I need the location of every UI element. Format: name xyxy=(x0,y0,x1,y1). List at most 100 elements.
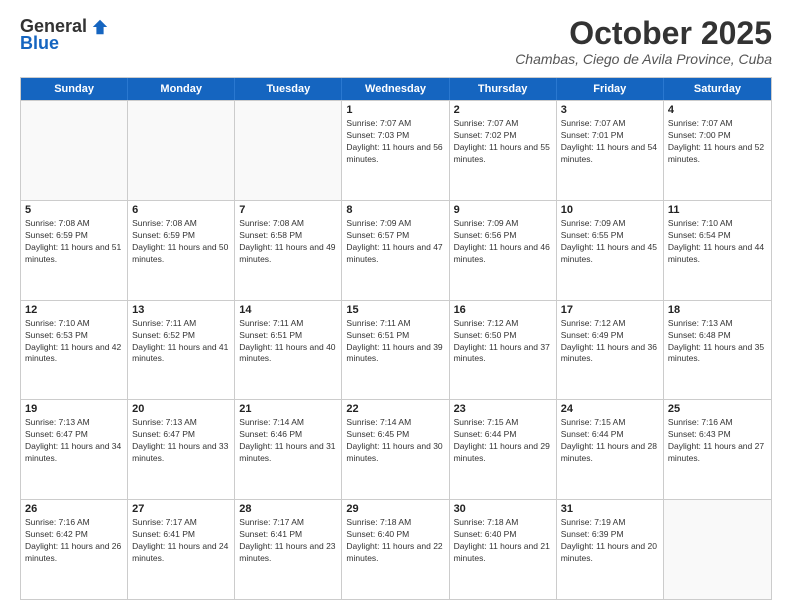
day-info: Sunrise: 7:08 AM Sunset: 6:59 PM Dayligh… xyxy=(132,218,230,266)
day-number: 6 xyxy=(132,204,230,216)
calendar-day-7: 7 Sunrise: 7:08 AM Sunset: 6:58 PM Daylig… xyxy=(235,201,342,300)
day-info: Sunrise: 7:07 AM Sunset: 7:03 PM Dayligh… xyxy=(346,118,444,166)
calendar-day-10: 10 Sunrise: 7:09 AM Sunset: 6:55 PM Dayli… xyxy=(557,201,664,300)
calendar-day-23: 23 Sunrise: 7:15 AM Sunset: 6:44 PM Dayli… xyxy=(450,400,557,499)
day-number: 1 xyxy=(346,104,444,116)
day-of-week-wednesday: Wednesday xyxy=(342,78,449,100)
day-info: Sunrise: 7:16 AM Sunset: 6:43 PM Dayligh… xyxy=(668,417,767,465)
calendar-body: 1 Sunrise: 7:07 AM Sunset: 7:03 PM Daylig… xyxy=(21,100,771,599)
day-number: 31 xyxy=(561,503,659,515)
day-of-week-thursday: Thursday xyxy=(450,78,557,100)
day-number: 21 xyxy=(239,403,337,415)
calendar-day-empty xyxy=(664,500,771,599)
day-info: Sunrise: 7:09 AM Sunset: 6:57 PM Dayligh… xyxy=(346,218,444,266)
day-number: 2 xyxy=(454,104,552,116)
calendar-week-2: 5 Sunrise: 7:08 AM Sunset: 6:59 PM Daylig… xyxy=(21,200,771,300)
day-number: 9 xyxy=(454,204,552,216)
calendar-day-12: 12 Sunrise: 7:10 AM Sunset: 6:53 PM Dayli… xyxy=(21,301,128,400)
day-number: 27 xyxy=(132,503,230,515)
day-number: 30 xyxy=(454,503,552,515)
day-number: 16 xyxy=(454,304,552,316)
day-info: Sunrise: 7:18 AM Sunset: 6:40 PM Dayligh… xyxy=(454,517,552,565)
day-info: Sunrise: 7:08 AM Sunset: 6:58 PM Dayligh… xyxy=(239,218,337,266)
day-info: Sunrise: 7:14 AM Sunset: 6:46 PM Dayligh… xyxy=(239,417,337,465)
calendar-day-14: 14 Sunrise: 7:11 AM Sunset: 6:51 PM Dayli… xyxy=(235,301,342,400)
calendar-day-1: 1 Sunrise: 7:07 AM Sunset: 7:03 PM Daylig… xyxy=(342,101,449,200)
logo: General Blue xyxy=(20,16,109,54)
day-number: 12 xyxy=(25,304,123,316)
calendar-day-16: 16Sunrise: 7:12 AM Sunset: 6:50 PM Dayli… xyxy=(450,301,557,400)
calendar-day-28: 28 Sunrise: 7:17 AM Sunset: 6:41 PM Dayli… xyxy=(235,500,342,599)
calendar-week-5: 26 Sunrise: 7:16 AM Sunset: 6:42 PM Dayli… xyxy=(21,499,771,599)
day-info: Sunrise: 7:07 AM Sunset: 7:02 PM Dayligh… xyxy=(454,118,552,166)
calendar-day-21: 21 Sunrise: 7:14 AM Sunset: 6:46 PM Dayli… xyxy=(235,400,342,499)
day-number: 13 xyxy=(132,304,230,316)
logo-icon xyxy=(91,18,109,36)
day-number: 3 xyxy=(561,104,659,116)
calendar-day-9: 9Sunrise: 7:09 AM Sunset: 6:56 PM Daylig… xyxy=(450,201,557,300)
day-number: 15 xyxy=(346,304,444,316)
header-right: October 2025 Chambas, Ciego de Avila Pro… xyxy=(515,16,772,67)
calendar-day-8: 8Sunrise: 7:09 AM Sunset: 6:57 PM Daylig… xyxy=(342,201,449,300)
day-of-week-saturday: Saturday xyxy=(664,78,771,100)
day-number: 24 xyxy=(561,403,659,415)
logo-blue: Blue xyxy=(20,33,59,54)
day-info: Sunrise: 7:10 AM Sunset: 6:53 PM Dayligh… xyxy=(25,318,123,366)
calendar-day-19: 19 Sunrise: 7:13 AM Sunset: 6:47 PM Dayli… xyxy=(21,400,128,499)
day-info: Sunrise: 7:19 AM Sunset: 6:39 PM Dayligh… xyxy=(561,517,659,565)
calendar-day-26: 26 Sunrise: 7:16 AM Sunset: 6:42 PM Dayli… xyxy=(21,500,128,599)
day-number: 23 xyxy=(454,403,552,415)
calendar-day-17: 17 Sunrise: 7:12 AM Sunset: 6:49 PM Dayli… xyxy=(557,301,664,400)
day-of-week-sunday: Sunday xyxy=(21,78,128,100)
day-info: Sunrise: 7:13 AM Sunset: 6:47 PM Dayligh… xyxy=(25,417,123,465)
day-number: 5 xyxy=(25,204,123,216)
day-number: 17 xyxy=(561,304,659,316)
day-number: 14 xyxy=(239,304,337,316)
day-number: 19 xyxy=(25,403,123,415)
calendar-day-13: 13Sunrise: 7:11 AM Sunset: 6:52 PM Dayli… xyxy=(128,301,235,400)
day-number: 7 xyxy=(239,204,337,216)
calendar-header: SundayMondayTuesdayWednesdayThursdayFrid… xyxy=(21,78,771,100)
day-number: 10 xyxy=(561,204,659,216)
page: General Blue October 2025 Chambas, Ciego… xyxy=(0,0,792,612)
day-info: Sunrise: 7:12 AM Sunset: 6:49 PM Dayligh… xyxy=(561,318,659,366)
header: General Blue October 2025 Chambas, Ciego… xyxy=(20,16,772,67)
day-number: 25 xyxy=(668,403,767,415)
calendar-day-empty xyxy=(21,101,128,200)
day-info: Sunrise: 7:15 AM Sunset: 6:44 PM Dayligh… xyxy=(561,417,659,465)
day-info: Sunrise: 7:07 AM Sunset: 7:01 PM Dayligh… xyxy=(561,118,659,166)
location-title: Chambas, Ciego de Avila Province, Cuba xyxy=(515,51,772,67)
day-info: Sunrise: 7:13 AM Sunset: 6:48 PM Dayligh… xyxy=(668,318,767,366)
calendar-day-5: 5Sunrise: 7:08 AM Sunset: 6:59 PM Daylig… xyxy=(21,201,128,300)
day-of-week-friday: Friday xyxy=(557,78,664,100)
day-number: 29 xyxy=(346,503,444,515)
day-number: 20 xyxy=(132,403,230,415)
day-number: 26 xyxy=(25,503,123,515)
calendar-day-31: 31 Sunrise: 7:19 AM Sunset: 6:39 PM Dayli… xyxy=(557,500,664,599)
day-info: Sunrise: 7:16 AM Sunset: 6:42 PM Dayligh… xyxy=(25,517,123,565)
day-info: Sunrise: 7:17 AM Sunset: 6:41 PM Dayligh… xyxy=(132,517,230,565)
day-info: Sunrise: 7:07 AM Sunset: 7:00 PM Dayligh… xyxy=(668,118,767,166)
calendar-week-1: 1 Sunrise: 7:07 AM Sunset: 7:03 PM Daylig… xyxy=(21,100,771,200)
calendar-day-29: 29 Sunrise: 7:18 AM Sunset: 6:40 PM Dayli… xyxy=(342,500,449,599)
calendar-day-18: 18Sunrise: 7:13 AM Sunset: 6:48 PM Dayli… xyxy=(664,301,771,400)
day-info: Sunrise: 7:15 AM Sunset: 6:44 PM Dayligh… xyxy=(454,417,552,465)
day-info: Sunrise: 7:11 AM Sunset: 6:51 PM Dayligh… xyxy=(239,318,337,366)
calendar-day-6: 6 Sunrise: 7:08 AM Sunset: 6:59 PM Daylig… xyxy=(128,201,235,300)
calendar-week-4: 19 Sunrise: 7:13 AM Sunset: 6:47 PM Dayli… xyxy=(21,399,771,499)
day-info: Sunrise: 7:10 AM Sunset: 6:54 PM Dayligh… xyxy=(668,218,767,266)
calendar-day-15: 15 Sunrise: 7:11 AM Sunset: 6:51 PM Dayli… xyxy=(342,301,449,400)
day-info: Sunrise: 7:09 AM Sunset: 6:55 PM Dayligh… xyxy=(561,218,659,266)
day-info: Sunrise: 7:14 AM Sunset: 6:45 PM Dayligh… xyxy=(346,417,444,465)
day-number: 11 xyxy=(668,204,767,216)
calendar-day-24: 24 Sunrise: 7:15 AM Sunset: 6:44 PM Dayli… xyxy=(557,400,664,499)
day-number: 4 xyxy=(668,104,767,116)
month-title: October 2025 xyxy=(515,16,772,51)
day-info: Sunrise: 7:17 AM Sunset: 6:41 PM Dayligh… xyxy=(239,517,337,565)
calendar-day-3: 3 Sunrise: 7:07 AM Sunset: 7:01 PM Daylig… xyxy=(557,101,664,200)
day-info: Sunrise: 7:18 AM Sunset: 6:40 PM Dayligh… xyxy=(346,517,444,565)
day-number: 28 xyxy=(239,503,337,515)
day-info: Sunrise: 7:11 AM Sunset: 6:51 PM Dayligh… xyxy=(346,318,444,366)
calendar-day-20: 20Sunrise: 7:13 AM Sunset: 6:47 PM Dayli… xyxy=(128,400,235,499)
calendar-day-25: 25 Sunrise: 7:16 AM Sunset: 6:43 PM Dayli… xyxy=(664,400,771,499)
